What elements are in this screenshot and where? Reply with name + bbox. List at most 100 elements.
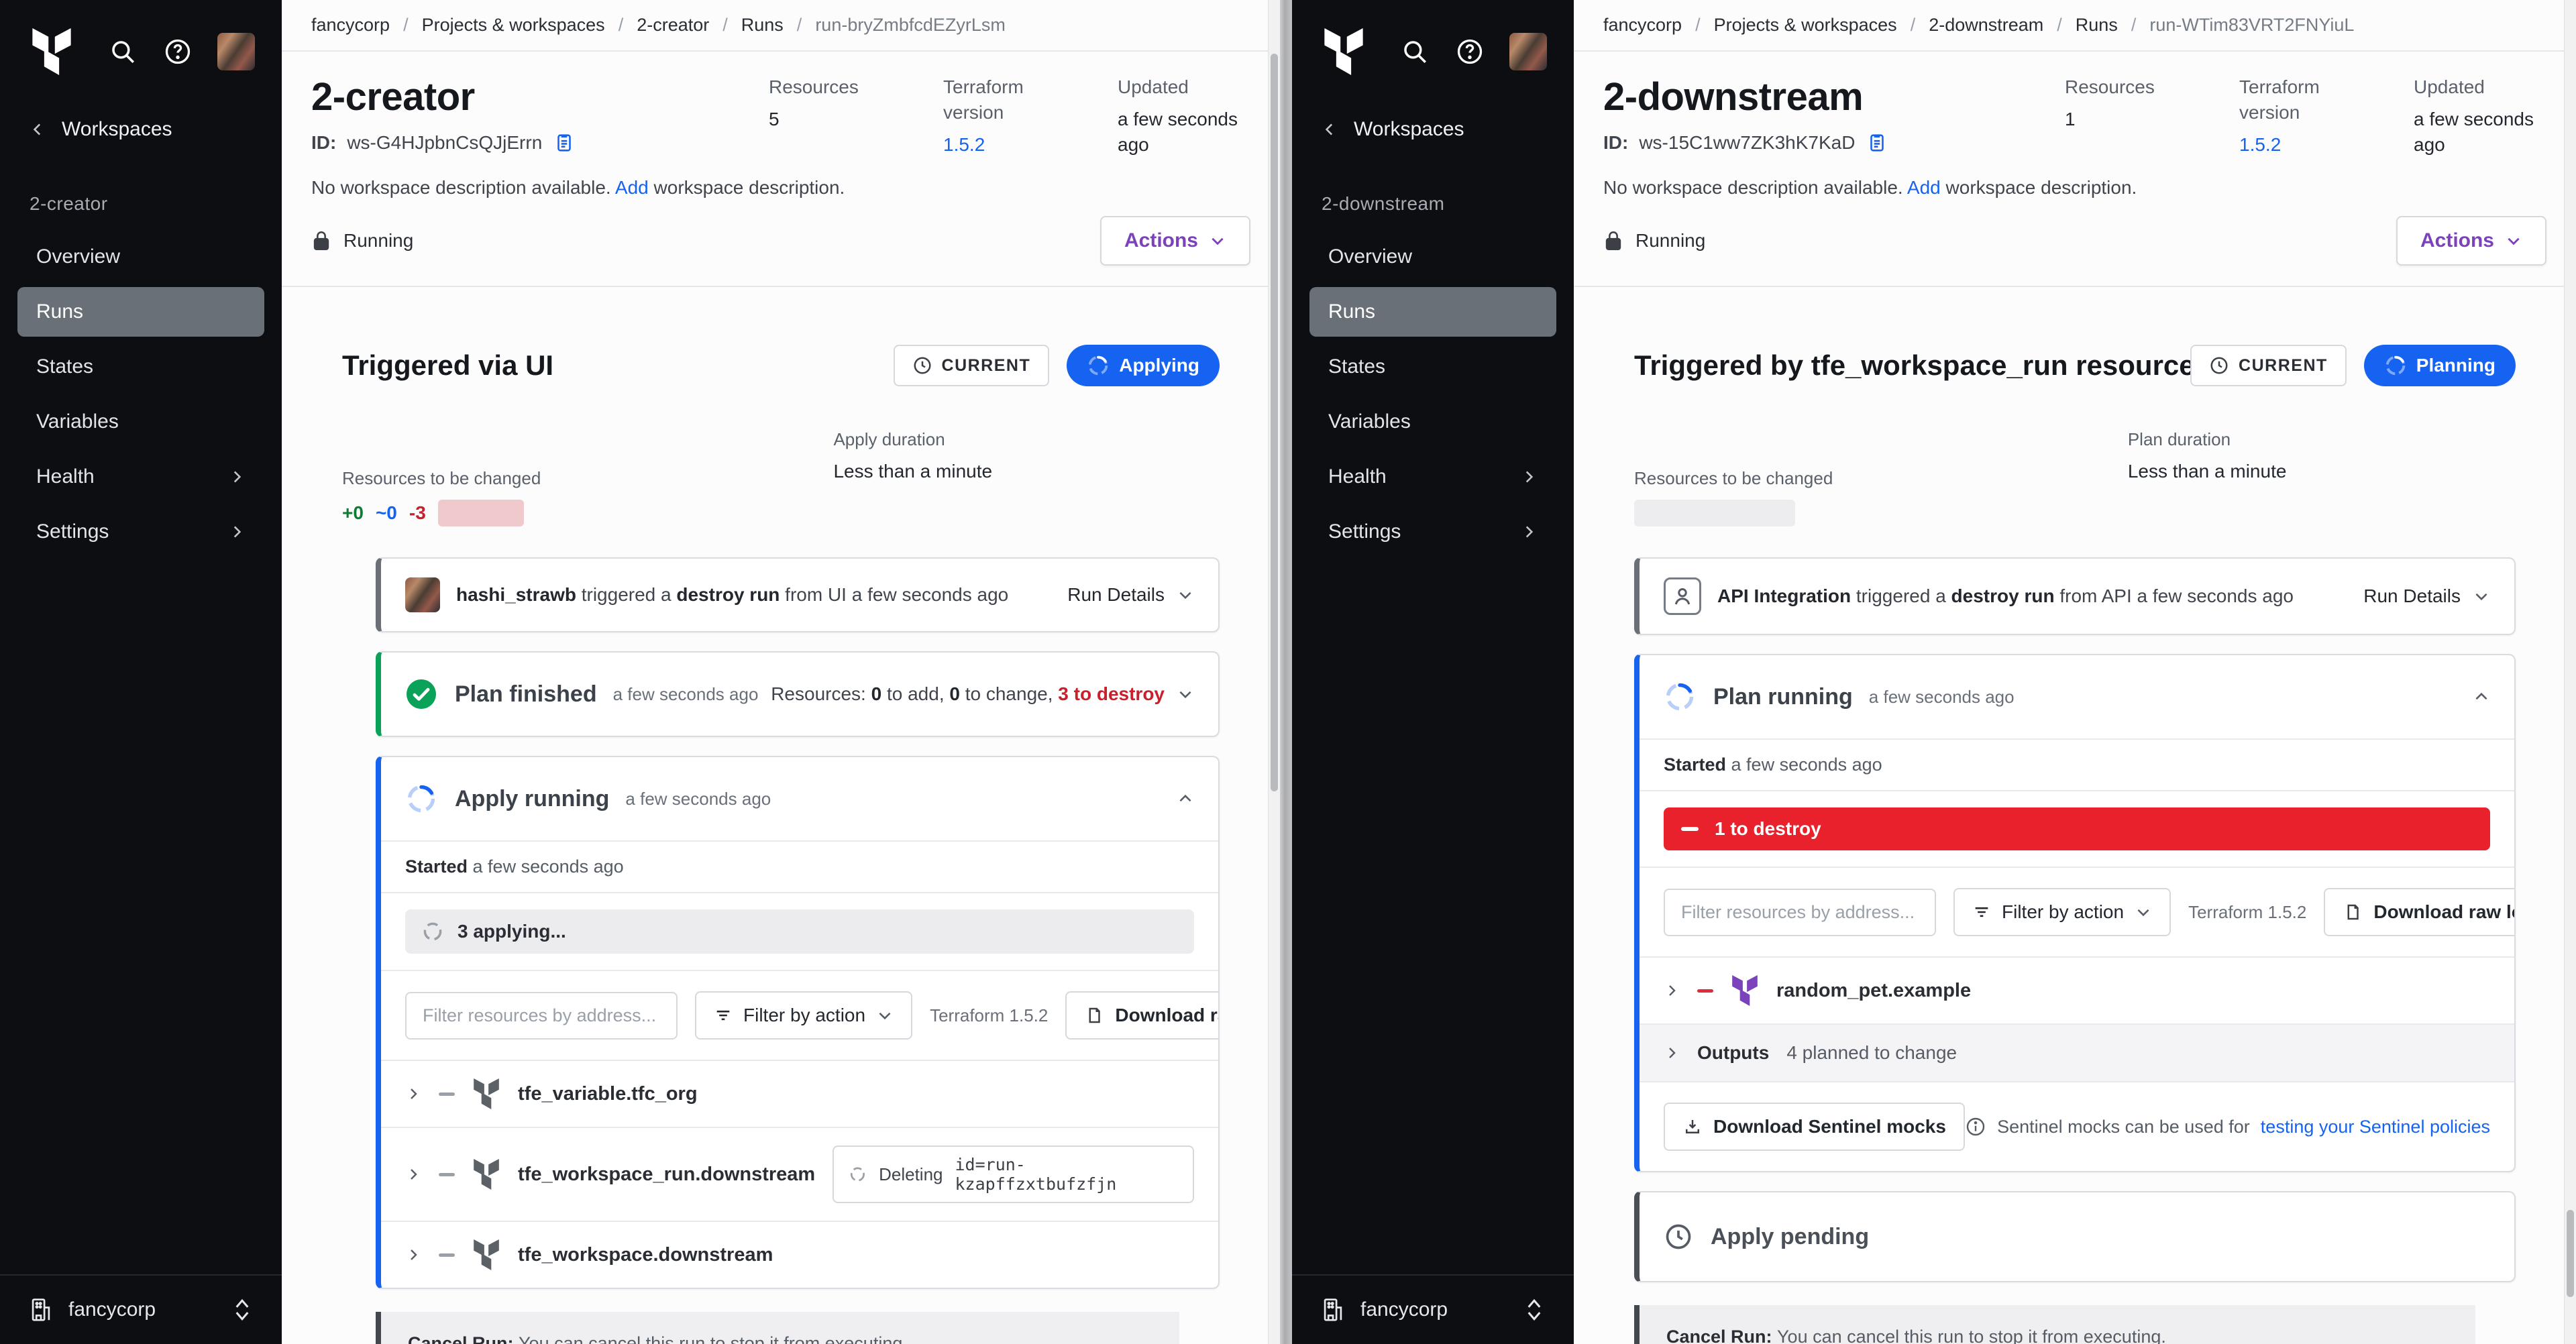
main-content: fancycorp / Projects & workspaces / 2-do… bbox=[1574, 0, 2576, 1344]
sidebar-item-settings[interactable]: Settings bbox=[17, 507, 264, 557]
current-button[interactable]: CURRENT bbox=[894, 345, 1050, 386]
page-title: 2-creator bbox=[311, 74, 576, 119]
resource-row[interactable]: tfe_workspace.downstream bbox=[381, 1221, 1218, 1288]
search-icon[interactable] bbox=[107, 36, 138, 67]
outputs-row[interactable]: Outputs 4 planned to change bbox=[1640, 1023, 2514, 1081]
copy-id-icon[interactable] bbox=[1866, 131, 1888, 154]
actions-button[interactable]: Actions bbox=[2396, 216, 2546, 266]
filter-icon bbox=[1972, 903, 1991, 921]
resource-change-counts: +0 ~0 -3 bbox=[342, 500, 833, 526]
building-icon bbox=[1322, 1297, 1344, 1323]
breadcrumb-runs[interactable]: Runs bbox=[741, 15, 784, 36]
help-icon[interactable] bbox=[162, 36, 193, 67]
actions-button[interactable]: Actions bbox=[1100, 216, 1250, 266]
org-switcher[interactable]: fancycorp bbox=[1292, 1274, 1574, 1344]
scrollbar[interactable] bbox=[1268, 0, 1280, 1344]
chevron-left-icon bbox=[1322, 121, 1339, 138]
duration-value: Less than a minute bbox=[833, 461, 1220, 482]
chevron-down-icon[interactable] bbox=[1177, 685, 1194, 703]
download-raw-log-button[interactable]: Download raw log bbox=[1065, 991, 1220, 1040]
filter-by-action-button[interactable]: Filter by action bbox=[1953, 888, 2171, 936]
dash-icon bbox=[439, 1093, 455, 1096]
resource-row[interactable]: tfe_workspace_run.downstream Deleting id… bbox=[381, 1127, 1218, 1221]
run-details-toggle[interactable]: Run Details bbox=[2363, 585, 2490, 607]
current-button[interactable]: CURRENT bbox=[2190, 345, 2347, 386]
run-details-toggle[interactable]: Run Details bbox=[1067, 584, 1194, 606]
help-icon[interactable] bbox=[1454, 36, 1485, 67]
org-switcher[interactable]: fancycorp bbox=[0, 1274, 282, 1344]
api-integration-icon bbox=[1664, 577, 1701, 615]
breadcrumb-org[interactable]: fancycorp bbox=[311, 15, 390, 36]
user-avatar[interactable] bbox=[217, 33, 255, 70]
resource-row[interactable]: tfe_variable.tfc_org bbox=[381, 1060, 1218, 1127]
chevron-up-icon[interactable] bbox=[1177, 790, 1194, 807]
copy-id-icon[interactable] bbox=[553, 131, 576, 154]
sidebar-item-health[interactable]: Health bbox=[17, 452, 264, 502]
sidebar-item-settings[interactable]: Settings bbox=[1309, 507, 1556, 557]
workspace-header: 2-downstream ID: ws-15C1ww7ZK3hK7KaD Res… bbox=[1574, 52, 2576, 287]
run-trigger-card: API Integration triggered a destroy run … bbox=[1634, 557, 2516, 635]
terraform-version-link[interactable]: 1.5.2 bbox=[943, 132, 1071, 158]
search-icon[interactable] bbox=[1399, 36, 1430, 67]
terraform-resource-icon bbox=[1731, 975, 1759, 1006]
lock-icon bbox=[1603, 229, 1623, 252]
user-avatar[interactable] bbox=[1509, 33, 1547, 70]
download-raw-log-button[interactable]: Download raw log bbox=[2324, 888, 2516, 936]
spinner-icon bbox=[405, 783, 437, 815]
apply-progress: 3 applying... bbox=[381, 892, 1218, 970]
dash-icon bbox=[439, 1173, 455, 1176]
terraform-resource-icon bbox=[472, 1078, 500, 1109]
sentinel-policies-link[interactable]: testing your Sentinel policies bbox=[2261, 1117, 2490, 1137]
main-content: fancycorp / Projects & workspaces / 2-cr… bbox=[282, 0, 1280, 1344]
chevron-updown-icon bbox=[1524, 1298, 1544, 1322]
terraform-version-link[interactable]: 1.5.2 bbox=[2239, 132, 2367, 158]
spinner-icon bbox=[1664, 681, 1696, 713]
resource-row[interactable]: random_pet.example bbox=[1640, 956, 2514, 1023]
sidebar-item-overview[interactable]: Overview bbox=[17, 232, 264, 282]
trigger-text: API Integration triggered a destroy run … bbox=[1717, 585, 2294, 607]
breadcrumb-workspace[interactable]: 2-creator bbox=[637, 15, 709, 36]
back-to-workspaces[interactable]: Workspaces bbox=[30, 118, 252, 141]
back-to-workspaces[interactable]: Workspaces bbox=[1322, 118, 1544, 141]
chevron-down-icon bbox=[876, 1007, 894, 1024]
plan-running-title: Plan running bbox=[1713, 684, 1853, 710]
window-divider bbox=[1280, 0, 1292, 1344]
chevron-right-icon bbox=[1520, 468, 1538, 486]
chevron-up-icon[interactable] bbox=[2473, 688, 2490, 706]
sidebar-item-health[interactable]: Health bbox=[1309, 452, 1556, 502]
breadcrumb-workspace[interactable]: 2-downstream bbox=[1929, 15, 2043, 36]
breadcrumb-runs[interactable]: Runs bbox=[2076, 15, 2118, 36]
sidebar-item-runs[interactable]: Runs bbox=[17, 287, 264, 337]
sidebar-item-states[interactable]: States bbox=[1309, 342, 1556, 392]
deleting-status-badge: Deleting id=run-kzapffzxtbufzfjn bbox=[833, 1145, 1194, 1203]
workspace-id: ws-15C1ww7ZK3hK7KaD bbox=[1639, 132, 1855, 154]
terraform-logo bbox=[1322, 28, 1366, 75]
add-description-link[interactable]: Add bbox=[1907, 177, 1941, 198]
sidebar-item-runs[interactable]: Runs bbox=[1309, 287, 1556, 337]
log-toolbar: Filter by action Terraform 1.5.2 Downloa… bbox=[1640, 866, 2514, 956]
sidebar-item-variables[interactable]: Variables bbox=[1309, 397, 1556, 447]
sidebar-item-variables[interactable]: Variables bbox=[17, 397, 264, 447]
add-description-link[interactable]: Add bbox=[615, 177, 649, 198]
scrollbar[interactable] bbox=[2564, 0, 2576, 1344]
back-label: Workspaces bbox=[62, 118, 172, 141]
filter-by-action-button[interactable]: Filter by action bbox=[695, 991, 912, 1040]
trigger-user-avatar bbox=[405, 577, 440, 612]
chevron-updown-icon bbox=[232, 1298, 252, 1322]
sidebar-item-states[interactable]: States bbox=[17, 342, 264, 392]
chevron-right-icon bbox=[405, 1166, 421, 1182]
log-toolbar: Filter by action Terraform 1.5.2 Downloa… bbox=[381, 970, 1218, 1060]
breadcrumb-projects[interactable]: Projects & workspaces bbox=[422, 15, 605, 36]
breadcrumb-projects[interactable]: Projects & workspaces bbox=[1714, 15, 1897, 36]
sidebar-item-overview[interactable]: Overview bbox=[1309, 232, 1556, 282]
breadcrumb-org[interactable]: fancycorp bbox=[1603, 15, 1682, 36]
filter-resources-input[interactable] bbox=[405, 992, 678, 1040]
run-page: Triggered via UI CURRENT Applying Resour… bbox=[282, 287, 1280, 1344]
window-2-creator: Workspaces 2-creator Overview Runs State… bbox=[0, 0, 1280, 1344]
breadcrumb: fancycorp / Projects & workspaces / 2-cr… bbox=[282, 0, 1280, 52]
changes-label: Resources to be changed bbox=[1634, 468, 2128, 489]
updated-time: a few seconds ago bbox=[2414, 107, 2541, 158]
download-sentinel-mocks-button[interactable]: Download Sentinel mocks bbox=[1664, 1103, 1965, 1151]
filter-resources-input[interactable] bbox=[1664, 889, 1936, 936]
breadcrumb-run-id: run-WTim83VRT2FNYiuL bbox=[2149, 15, 2354, 36]
